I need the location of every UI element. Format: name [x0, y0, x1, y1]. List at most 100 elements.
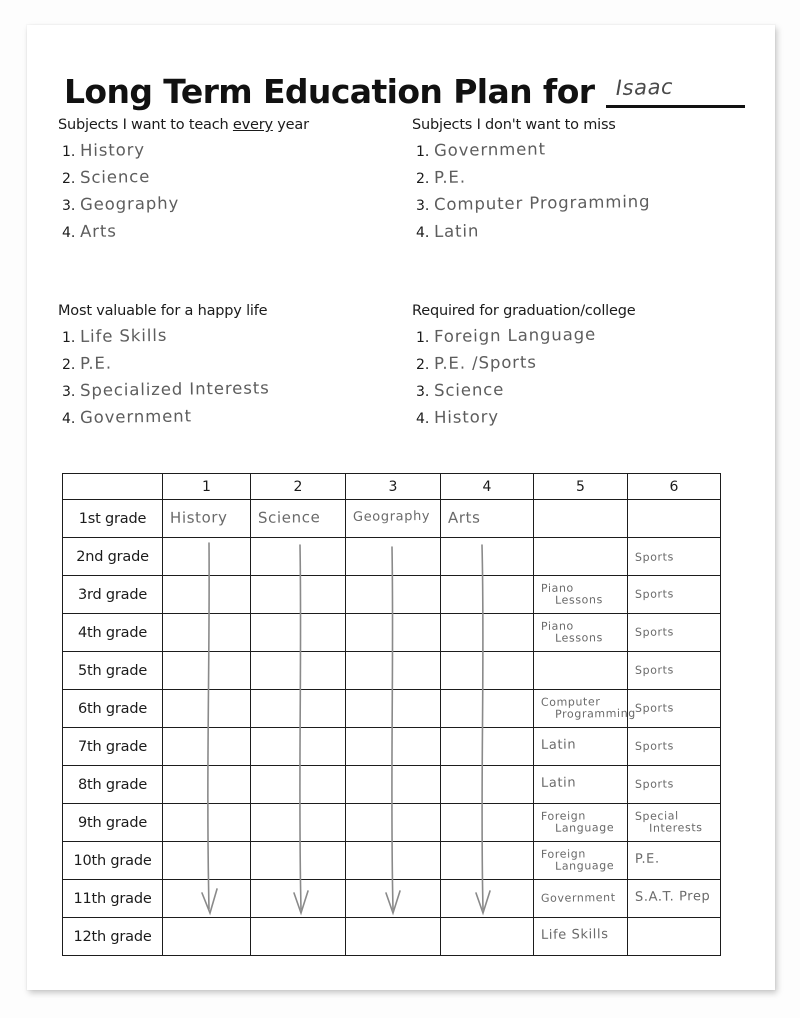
grid-cell[interactable]	[250, 803, 346, 842]
grid-cell[interactable]	[345, 765, 441, 804]
grid-cell[interactable]: Sports	[627, 575, 721, 614]
grid-cell[interactable]	[162, 803, 251, 842]
grid-cell[interactable]	[345, 689, 441, 728]
grid-col-header-4: 4	[440, 473, 534, 500]
grid-cell[interactable]	[345, 651, 441, 690]
grid-cell[interactable]	[250, 841, 346, 880]
grid-cell[interactable]	[533, 537, 628, 576]
grid-cell[interactable]: Government	[533, 879, 628, 918]
grid-cell-value: Computer Programming	[540, 694, 636, 721]
grid-cell[interactable]	[250, 727, 346, 766]
grid-cell[interactable]	[440, 651, 534, 690]
student-name-field[interactable]: Isaac	[606, 67, 745, 108]
grid-row-label: 9th grade	[62, 803, 163, 842]
grid-cell-value	[251, 859, 345, 860]
grid-cell[interactable]	[250, 651, 346, 690]
grid-cell[interactable]: Piano Lessons	[533, 613, 628, 652]
grid-cell[interactable]: S.A.T. Prep	[627, 879, 721, 918]
grade-plan-grid-wrapper: 1 2 3 4 5 6 1st grade History Science Ge…	[62, 473, 721, 956]
grade-plan-grid: 1 2 3 4 5 6 1st grade History Science Ge…	[62, 473, 721, 956]
grid-cell[interactable]	[345, 841, 441, 880]
list-heading-part-before: Most valuable for a happy life	[58, 303, 268, 319]
grid-cell[interactable]: Science	[250, 499, 346, 538]
list-item-number: 3.	[416, 198, 430, 214]
grid-cell[interactable]	[440, 689, 534, 728]
grid-cell[interactable]	[162, 879, 251, 918]
grid-cell[interactable]	[440, 613, 534, 652]
grid-cell[interactable]: Sports	[627, 651, 721, 690]
grid-cell[interactable]: Sports	[627, 613, 721, 652]
grid-cell[interactable]	[345, 575, 441, 614]
grid-cell[interactable]: Piano Lessons	[533, 575, 628, 614]
grid-cell[interactable]: Foreign Language	[533, 841, 628, 880]
grid-cell[interactable]	[440, 879, 534, 918]
grid-cell[interactable]: Geography	[345, 499, 441, 538]
grid-cell[interactable]	[162, 917, 251, 956]
grid-cell[interactable]	[250, 765, 346, 804]
grid-cell[interactable]	[250, 917, 346, 956]
grid-cell[interactable]	[162, 613, 251, 652]
grid-cell[interactable]: Latin	[533, 765, 628, 804]
grid-cell-value	[441, 669, 533, 670]
grid-cell-value	[251, 593, 345, 594]
grid-cell-value	[534, 669, 627, 670]
list-heading-part-before: Required for graduation/college	[412, 303, 636, 319]
grid-cell[interactable]: Sports	[627, 765, 721, 804]
grid-cell[interactable]	[345, 879, 441, 918]
grid-cell[interactable]	[345, 613, 441, 652]
table-row: 6th grade Computer Programming Sports	[62, 689, 721, 728]
list-block-required-for-graduation: Required for graduation/college 1. Foreig…	[412, 303, 752, 435]
grid-cell[interactable]	[440, 727, 534, 766]
grid-cell[interactable]	[440, 765, 534, 804]
grid-cell[interactable]: Computer Programming	[533, 689, 636, 728]
grid-cell[interactable]	[250, 613, 346, 652]
table-row: 1st grade History Science Geography Arts	[62, 499, 721, 538]
list-item-number: 2.	[62, 357, 76, 373]
grid-cell[interactable]	[440, 917, 534, 956]
grid-cell[interactable]	[250, 575, 346, 614]
grid-cell[interactable]	[627, 499, 721, 538]
list-item-number: 4.	[62, 411, 76, 427]
grid-cell[interactable]: Arts	[440, 499, 534, 538]
grid-cell[interactable]: Sports	[627, 689, 721, 728]
grid-cell[interactable]	[250, 879, 346, 918]
grid-cell[interactable]	[345, 917, 441, 956]
list-item-number: 1.	[416, 330, 430, 346]
grid-cell[interactable]	[345, 537, 441, 576]
grid-cell[interactable]	[627, 917, 721, 956]
grid-cell[interactable]	[345, 727, 441, 766]
grid-cell[interactable]	[162, 841, 251, 880]
grid-cell-value	[163, 593, 250, 594]
grid-cell[interactable]: Sports	[627, 537, 721, 576]
grid-cell[interactable]	[250, 689, 346, 728]
grid-cell[interactable]	[162, 575, 251, 614]
grid-cell[interactable]	[440, 537, 534, 576]
grid-cell-value	[251, 783, 345, 784]
grid-corner-cell	[62, 473, 163, 500]
grid-cell[interactable]	[162, 537, 251, 576]
grid-cell[interactable]	[162, 765, 251, 804]
grid-cell[interactable]: Life Skills	[533, 917, 628, 956]
grid-cell[interactable]	[162, 689, 251, 728]
grid-cell[interactable]: Special Interests	[627, 803, 721, 842]
table-row: 4th grade Piano Lessons Sports	[62, 613, 721, 652]
grid-cell[interactable]: Sports	[627, 727, 721, 766]
grid-cell[interactable]	[250, 537, 346, 576]
grid-cell[interactable]	[162, 727, 251, 766]
grid-cell[interactable]	[440, 575, 534, 614]
grid-cell[interactable]: Latin	[533, 727, 628, 766]
grid-cell-value	[628, 517, 720, 518]
grid-cell-value	[346, 593, 440, 594]
grid-cell[interactable]: History	[162, 499, 251, 538]
grid-cell[interactable]	[533, 499, 628, 538]
list-item-value: Computer Programming	[433, 191, 651, 214]
grid-cell-value: Foreign Language	[540, 808, 615, 835]
grid-cell[interactable]	[440, 803, 534, 842]
grid-cell[interactable]	[162, 651, 251, 690]
grid-cell[interactable]	[533, 651, 628, 690]
grid-cell[interactable]	[440, 841, 534, 880]
grid-cell[interactable]	[345, 803, 441, 842]
grid-cell[interactable]: Foreign Language	[533, 803, 628, 842]
grid-cell-value: Sports	[634, 777, 674, 791]
grid-cell[interactable]: P.E.	[627, 841, 721, 880]
